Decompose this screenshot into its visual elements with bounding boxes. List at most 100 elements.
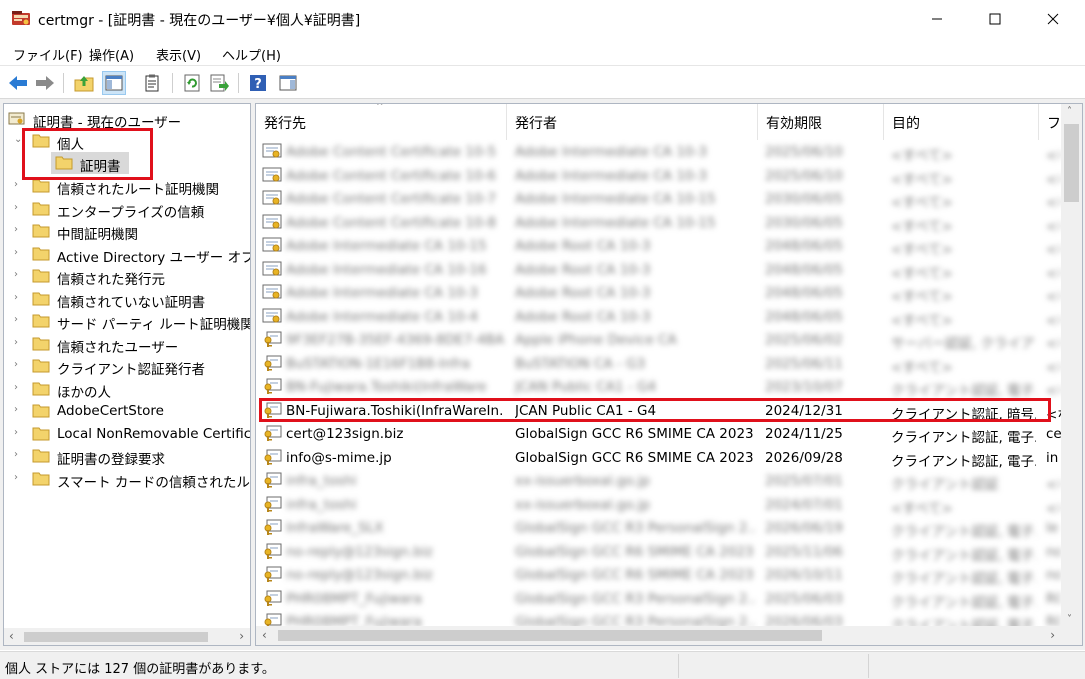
- tree-item[interactable]: › Active Directory ユーザー オブジェクト: [4, 243, 250, 266]
- certificate-row[interactable]: Adobe Content Certificate 10-6 Adobe Inte…: [256, 164, 1061, 188]
- show-hide-console-tree-button[interactable]: [102, 71, 126, 95]
- export-list-button[interactable]: [208, 71, 232, 95]
- help-icon: ?: [250, 75, 266, 92]
- scroll-up-icon[interactable]: ˄: [1067, 106, 1072, 117]
- list-hscroll-thumb[interactable]: [278, 630, 822, 641]
- cell-issued-to: infra_toshi: [286, 473, 357, 489]
- expand-chevron-icon[interactable]: ›: [14, 404, 24, 416]
- menu-view[interactable]: 表示(V): [156, 45, 201, 64]
- certificate-row[interactable]: Adobe Intermediate CA 10-16 Adobe Root CA…: [256, 258, 1061, 282]
- expand-chevron-icon[interactable]: ›: [14, 472, 24, 484]
- close-button[interactable]: [1024, 0, 1082, 38]
- cell-purpose: クライアント認証, 電子...: [891, 383, 1036, 399]
- menu-file[interactable]: ファイル(F): [13, 45, 83, 64]
- minimize-button[interactable]: [908, 0, 966, 38]
- cell-issuer: xx-issuerboxal.go.jp: [515, 496, 650, 513]
- column-header-purpose[interactable]: 目的: [884, 104, 1039, 140]
- tree-item[interactable]: › 信頼されたユーザー: [4, 333, 250, 356]
- tree-item[interactable]: › Local NonRemovable Certificates: [4, 423, 250, 445]
- title-bar: certmgr - [証明書 - 現在のユーザー¥個人¥証明書]: [0, 0, 1085, 38]
- expand-chevron-icon[interactable]: ›: [14, 359, 24, 371]
- expand-chevron-icon[interactable]: ›: [14, 224, 24, 236]
- certificate-key-icon: [264, 566, 282, 582]
- certificate-key-icon: [264, 543, 282, 559]
- tree-item[interactable]: › 信頼されていない証明書: [4, 288, 250, 311]
- folder-icon: [32, 224, 50, 238]
- tree-item-root[interactable]: 証明書 - 現在のユーザー: [4, 108, 250, 131]
- cell-purpose: クライアント認証, 電子...: [891, 524, 1036, 540]
- sort-ascending-icon: ^: [376, 104, 384, 112]
- cell-issuer: JCAN Public CA1 - G4: [515, 379, 657, 395]
- tree-item[interactable]: › スマート カードの信頼されたルート: [4, 468, 250, 491]
- certificate-row[interactable]: InfraWare_SLX GlobalSign GCC R3 PersonalS…: [256, 516, 1061, 540]
- cell-friendly-name: <なし>: [1046, 336, 1061, 352]
- certificate-row[interactable]: info@s-mime.jp GlobalSign GCC R6 SMIME CA…: [256, 446, 1061, 470]
- console-tree-icon: [105, 75, 123, 91]
- expand-chevron-icon[interactable]: ›: [14, 427, 24, 439]
- cell-friendly-name: le: [1046, 520, 1059, 536]
- scroll-down-icon[interactable]: ˅: [1067, 614, 1072, 625]
- tree-item[interactable]: › 信頼された発行元: [4, 265, 250, 288]
- list-vertical-scrollbar[interactable]: ˄ ˅: [1061, 104, 1082, 627]
- tree-item[interactable]: › エンタープライズの信頼: [4, 198, 250, 221]
- expand-chevron-icon[interactable]: ›: [14, 247, 24, 259]
- tree-item[interactable]: › サード パーティ ルート証明機関: [4, 310, 250, 333]
- menu-help[interactable]: ヘルプ(H): [222, 45, 281, 64]
- tree-item[interactable]: › クライアント認証発行者: [4, 355, 250, 378]
- certificate-row[interactable]: BN-Fujiwara.Toshiki(InfraWare JCAN Public…: [256, 375, 1061, 399]
- certificate-row[interactable]: 9F3EF27B-35EF-4369-8DE7-4BAL Apple iPhone…: [256, 328, 1061, 352]
- certificate-row[interactable]: Adobe Content Certificate 10-8 Adobe Inte…: [256, 211, 1061, 235]
- certificate-row[interactable]: Adobe Intermediate CA 10-3 Adobe Root CA …: [256, 281, 1061, 305]
- up-folder-button[interactable]: [72, 71, 96, 95]
- certificate-row[interactable]: infra_toshi xx-issuerboxal.go.jp 2024/07/0…: [256, 493, 1061, 517]
- column-header-issued-to[interactable]: ^ 発行先: [256, 104, 507, 140]
- column-header-issuer[interactable]: 発行者: [507, 104, 758, 140]
- certificate-row[interactable]: Adobe Intermediate CA 10-15 Adobe Root CA…: [256, 234, 1061, 258]
- scroll-left-icon[interactable]: ‹: [9, 629, 14, 643]
- cell-expiration: 2023/10/07: [765, 379, 843, 395]
- scroll-left-icon[interactable]: ‹: [262, 628, 267, 642]
- certificate-row[interactable]: Adobe Content Certificate 10-7 Adobe Inte…: [256, 187, 1061, 211]
- refresh-button[interactable]: [180, 71, 204, 95]
- certificate-row[interactable]: infra_toshi xx-issuerboxal.go.jp 2025/07/0…: [256, 469, 1061, 493]
- scroll-right-icon[interactable]: ›: [239, 629, 244, 643]
- show-hide-action-pane-button[interactable]: [276, 71, 300, 95]
- tree-item[interactable]: › 中間証明機関: [4, 220, 250, 243]
- tree-item[interactable]: › AdobeCertStore: [4, 400, 250, 422]
- certificate-row[interactable]: no-reply@123sign.biz GlobalSign GCC R6 SM…: [256, 563, 1061, 587]
- certificate-row[interactable]: cert@123sign.biz GlobalSign GCC R6 SMIME …: [256, 422, 1061, 446]
- cell-friendly-name: <な: [1046, 500, 1061, 517]
- scroll-right-icon[interactable]: ›: [1050, 628, 1055, 642]
- expand-chevron-icon[interactable]: ›: [14, 337, 24, 349]
- expand-chevron-icon[interactable]: ›: [14, 314, 24, 326]
- expand-chevron-icon[interactable]: ›: [14, 179, 24, 191]
- expand-chevron-icon[interactable]: ›: [14, 292, 24, 304]
- tree-scroll-thumb[interactable]: [24, 632, 208, 642]
- properties-button[interactable]: [140, 71, 164, 95]
- close-icon: [1047, 13, 1059, 25]
- certificate-row[interactable]: no-reply@123sign.biz GlobalSign GCC R6 SM…: [256, 540, 1061, 564]
- expand-chevron-icon[interactable]: ›: [14, 382, 24, 394]
- cell-issued-to: Adobe Intermediate CA 10-4: [286, 308, 478, 325]
- expand-chevron-icon[interactable]: ›: [14, 269, 24, 281]
- certificate-row[interactable]: PHR08MPT_Fujiwara GlobalSign GCC R3 Perso…: [256, 587, 1061, 611]
- column-header-expiration[interactable]: 有効期限: [758, 104, 884, 140]
- back-button[interactable]: [6, 71, 30, 95]
- tree-item[interactable]: › 証明書の登録要求: [4, 445, 250, 468]
- tree-label: Local NonRemovable Certificates: [57, 425, 251, 442]
- forward-button[interactable]: [33, 71, 57, 95]
- help-button[interactable]: ?: [246, 71, 270, 95]
- tree-item[interactable]: › ほかの人: [4, 378, 250, 401]
- certificate-row[interactable]: BuSTATION-1E16F1B8-Infra BuSTATION CA - G…: [256, 352, 1061, 376]
- list-vscroll-thumb[interactable]: [1064, 124, 1079, 202]
- tree-horizontal-scrollbar[interactable]: ‹ ›: [4, 628, 250, 645]
- certificate-row[interactable]: Adobe Intermediate CA 10-4 Adobe Root CA …: [256, 305, 1061, 329]
- certificate-row[interactable]: Adobe Content Certificate 10-5 Adobe Inte…: [256, 140, 1061, 164]
- menu-action[interactable]: 操作(A): [89, 45, 134, 64]
- maximize-button[interactable]: [966, 0, 1024, 38]
- cell-friendly-name: <なし>: [1046, 289, 1061, 305]
- expand-chevron-icon[interactable]: ›: [14, 449, 24, 461]
- list-horizontal-scrollbar[interactable]: ‹ ›: [256, 626, 1082, 645]
- expand-chevron-icon[interactable]: ›: [14, 202, 24, 214]
- column-header-friendly-name[interactable]: フレンドリ名: [1039, 104, 1061, 140]
